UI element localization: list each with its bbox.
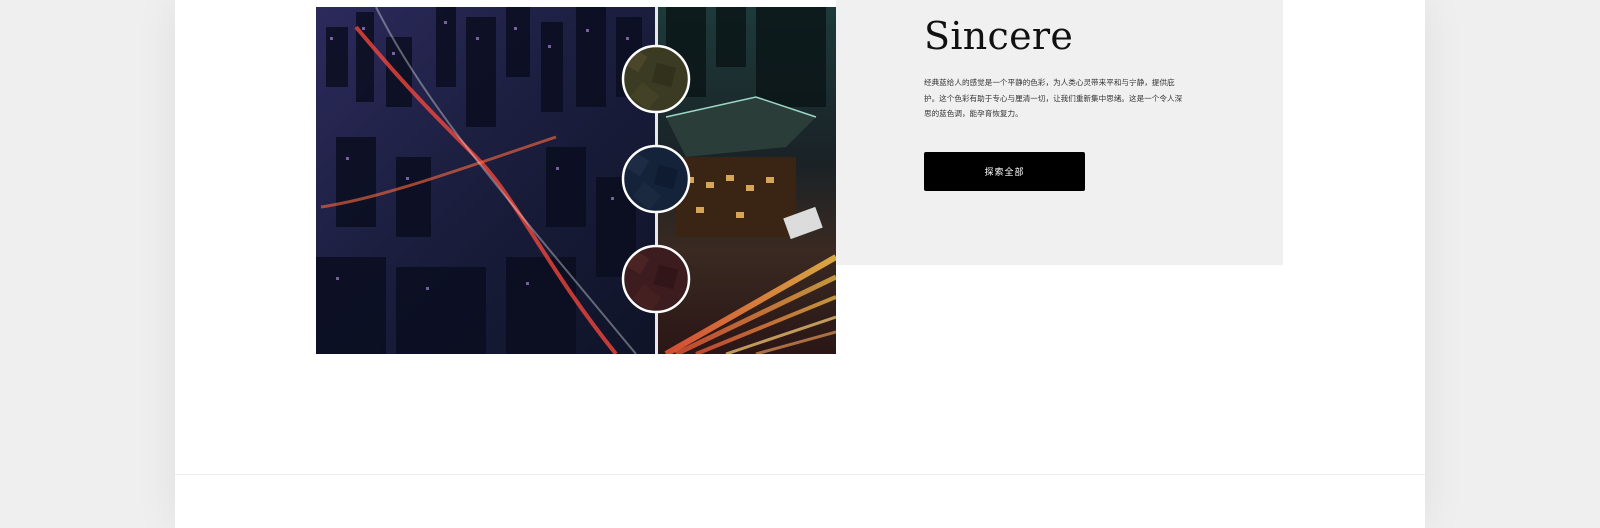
city-aerial-photo [316, 7, 656, 354]
color-swatch-3 [621, 244, 691, 314]
feature-description: 经典蓝给人的感觉是一个平静的色彩，为人类心灵带来平和与宁静，提供庇护。这个色彩有… [924, 78, 1183, 118]
feature-title: Sincere [924, 14, 1074, 58]
section-divider [175, 474, 1425, 475]
explore-all-button[interactable]: 探索全部 [924, 152, 1085, 191]
color-swatch-2 [621, 144, 691, 214]
color-inspiration-image [316, 7, 836, 354]
color-swatch-1 [621, 44, 691, 114]
